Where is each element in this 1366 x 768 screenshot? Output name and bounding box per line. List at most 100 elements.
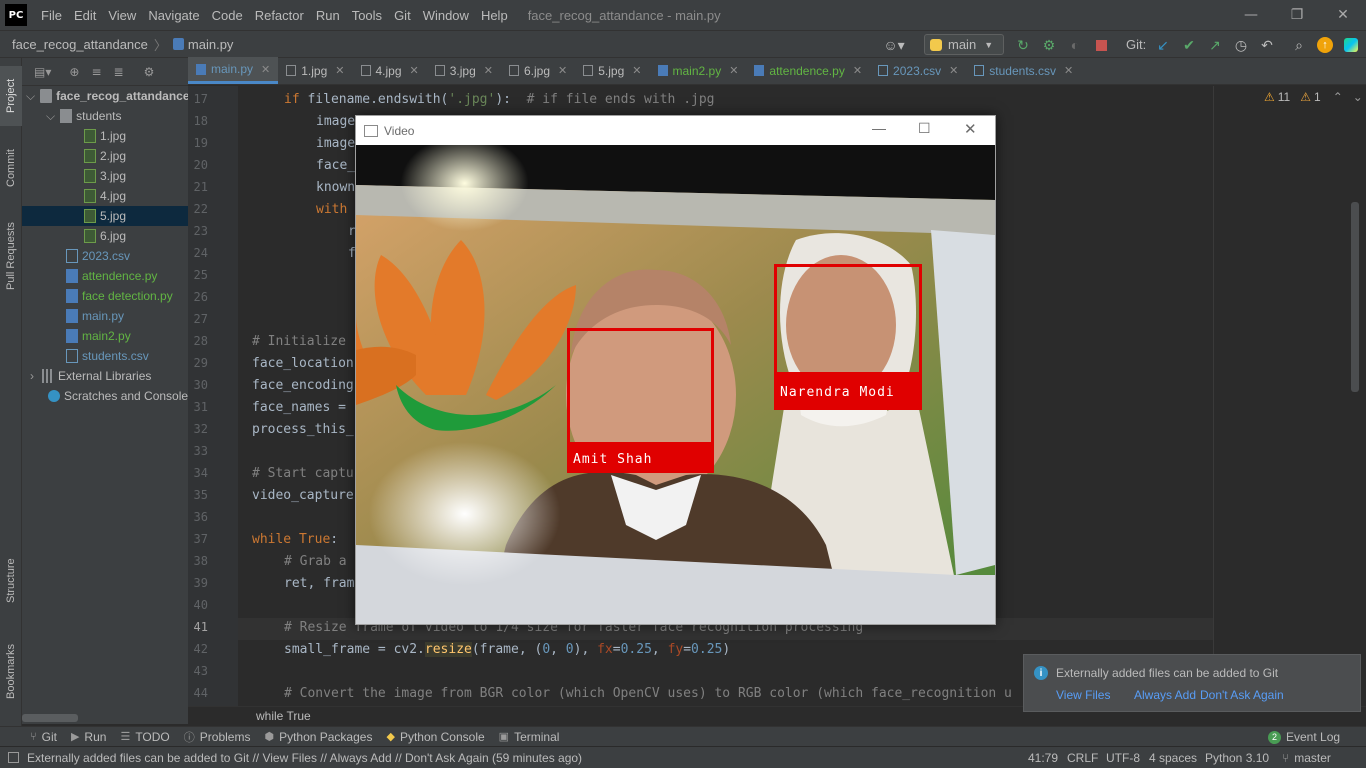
minimize-icon[interactable]: —: [872, 120, 886, 136]
tree-file-main2[interactable]: main2.py: [66, 326, 131, 346]
git-update-icon[interactable]: ↙: [1154, 36, 1172, 54]
tree-file-2023csv[interactable]: 2023.csv: [66, 246, 130, 266]
git-commit-icon[interactable]: ✔: [1180, 36, 1198, 54]
tool-todo[interactable]: ☰ TODO: [120, 730, 169, 744]
rollback-icon[interactable]: ↶: [1258, 36, 1276, 54]
run-config-selector[interactable]: main ▼: [924, 34, 1004, 55]
menu-navigate[interactable]: Navigate: [142, 8, 205, 23]
menu-window[interactable]: Window: [417, 8, 475, 23]
close-icon[interactable]: ✕: [964, 120, 977, 138]
close-tab-icon[interactable]: ✕: [484, 64, 493, 77]
bookmarks-tool-tab[interactable]: Bookmarks: [0, 638, 22, 704]
video-window[interactable]: Video — ☐ ✕ Amit Shah Narendra Modi: [355, 115, 996, 625]
tool-python-console[interactable]: ◆ Python Console: [386, 730, 484, 744]
tab-3jpg[interactable]: 3.jpg ✕: [427, 57, 501, 84]
view-mode-icon[interactable]: ▤▾: [34, 65, 51, 79]
debug-icon[interactable]: ⚙: [1040, 36, 1058, 54]
event-log-button[interactable]: 2 Event Log: [1268, 730, 1340, 744]
tool-git[interactable]: ⑂ Git: [30, 730, 57, 744]
menu-help[interactable]: Help: [475, 8, 514, 23]
python-interpreter[interactable]: Python 3.10: [1205, 751, 1269, 765]
file-encoding[interactable]: UTF-8: [1106, 751, 1140, 765]
user-icon[interactable]: ☺▾: [882, 36, 906, 54]
maximize-icon[interactable]: ☐: [918, 120, 931, 137]
expand-all-icon[interactable]: ≡: [91, 65, 101, 79]
tree-root[interactable]: ⌵ face_recog_attandance: [26, 86, 188, 106]
close-tab-icon[interactable]: ✕: [949, 64, 958, 77]
dont-ask-again-link[interactable]: Don't Ask Again: [1200, 688, 1284, 702]
close-tab-icon[interactable]: ✕: [729, 64, 738, 77]
breadcrumb-project[interactable]: face_recog_attandance: [12, 37, 148, 52]
gear-icon[interactable]: ⚙: [144, 65, 155, 79]
menu-tools[interactable]: Tools: [346, 8, 388, 23]
tab-students-csv[interactable]: students.csv ✕: [966, 57, 1081, 84]
locate-icon[interactable]: ⊕: [69, 65, 79, 79]
menu-git[interactable]: Git: [388, 8, 417, 23]
git-branch-widget[interactable]: ⑂ master: [1282, 751, 1331, 765]
tree-folder-students[interactable]: ⌵ students: [46, 106, 121, 126]
tab-attendence-py[interactable]: attendence.py ✕: [746, 57, 870, 84]
tree-file-5jpg[interactable]: 5.jpg: [22, 206, 188, 226]
tree-file-main[interactable]: main.py: [66, 306, 124, 326]
coverage-icon[interactable]: ◐: [1066, 36, 1084, 54]
close-tab-icon[interactable]: ✕: [410, 64, 419, 77]
view-files-link[interactable]: View Files: [1056, 688, 1110, 702]
tree-file-face-detection[interactable]: face detection.py: [66, 286, 173, 306]
tree-file-3jpg[interactable]: 3.jpg: [84, 166, 126, 186]
tool-problems[interactable]: ⓘ Problems: [184, 729, 251, 745]
stop-icon[interactable]: [1092, 36, 1110, 54]
minimize-icon[interactable]: —: [1228, 0, 1274, 30]
close-tab-icon[interactable]: ✕: [558, 64, 567, 77]
menu-code[interactable]: Code: [206, 8, 249, 23]
search-icon[interactable]: ⌕: [1290, 36, 1308, 54]
tab-2023-csv[interactable]: 2023.csv ✕: [870, 57, 966, 84]
tab-4jpg[interactable]: 4.jpg ✕: [353, 57, 427, 84]
history-icon[interactable]: ◷: [1232, 36, 1250, 54]
horizontal-scrollbar[interactable]: [22, 714, 78, 722]
tree-external-libraries[interactable]: › External Libraries: [30, 366, 151, 386]
breadcrumb-file[interactable]: main.py: [188, 37, 234, 52]
menu-refactor[interactable]: Refactor: [249, 8, 310, 23]
structure-tool-tab[interactable]: Structure: [0, 548, 22, 614]
tab-main2-py[interactable]: main2.py ✕: [650, 57, 747, 84]
close-tab-icon[interactable]: ✕: [1064, 64, 1073, 77]
tab-main-py[interactable]: main.py ✕: [188, 57, 279, 84]
indent-setting[interactable]: 4 spaces: [1149, 751, 1197, 765]
status-message[interactable]: Externally added files can be added to G…: [27, 751, 582, 765]
restore-icon[interactable]: ❐: [1274, 0, 1320, 30]
project-tool-tab[interactable]: Project: [0, 66, 22, 126]
previous-highlight-icon[interactable]: ⌃: [1333, 90, 1343, 104]
tool-run[interactable]: ▶ Run: [71, 730, 106, 744]
close-icon[interactable]: ✕: [1320, 0, 1366, 30]
line-separator[interactable]: CRLF: [1067, 751, 1098, 765]
tool-python-packages[interactable]: ⬢ Python Packages: [264, 730, 372, 744]
plugin-logo-icon[interactable]: [1342, 36, 1360, 54]
collapse-all-icon[interactable]: ≣: [114, 65, 124, 79]
tool-terminal[interactable]: ▣ Terminal: [499, 730, 560, 744]
menu-run[interactable]: Run: [310, 8, 346, 23]
menu-file[interactable]: File: [35, 8, 68, 23]
menu-view[interactable]: View: [102, 8, 142, 23]
rerun-icon[interactable]: ↻: [1014, 36, 1032, 54]
close-tab-icon[interactable]: ✕: [632, 64, 641, 77]
tree-file-6jpg[interactable]: 6.jpg: [84, 226, 126, 246]
close-tab-icon[interactable]: ✕: [261, 63, 270, 76]
tree-file-4jpg[interactable]: 4.jpg: [84, 186, 126, 206]
inspection-widget[interactable]: ⚠ 11 ⚠ 1 ⌃ ⌄: [1264, 90, 1363, 104]
tree-file-students-csv[interactable]: students.csv: [66, 346, 149, 366]
tab-5jpg[interactable]: 5.jpg ✕: [575, 57, 649, 84]
close-tab-icon[interactable]: ✕: [853, 64, 862, 77]
always-add-link[interactable]: Always Add: [1134, 688, 1196, 702]
update-icon[interactable]: ↑: [1316, 36, 1334, 54]
tree-file-1jpg[interactable]: 1.jpg: [84, 126, 126, 146]
caret-position[interactable]: 41:79: [1028, 751, 1058, 765]
tree-scratches[interactable]: Scratches and Consoles: [48, 386, 188, 406]
toggle-tool-windows-icon[interactable]: [8, 752, 19, 763]
tree-file-attendence[interactable]: attendence.py: [66, 266, 157, 286]
menu-edit[interactable]: Edit: [68, 8, 102, 23]
pull-requests-tool-tab[interactable]: Pull Requests: [0, 208, 22, 304]
close-tab-icon[interactable]: ✕: [335, 64, 344, 77]
tab-1jpg[interactable]: 1.jpg ✕: [278, 57, 352, 84]
tree-file-2jpg[interactable]: 2.jpg: [84, 146, 126, 166]
tab-6jpg[interactable]: 6.jpg ✕: [501, 57, 575, 84]
